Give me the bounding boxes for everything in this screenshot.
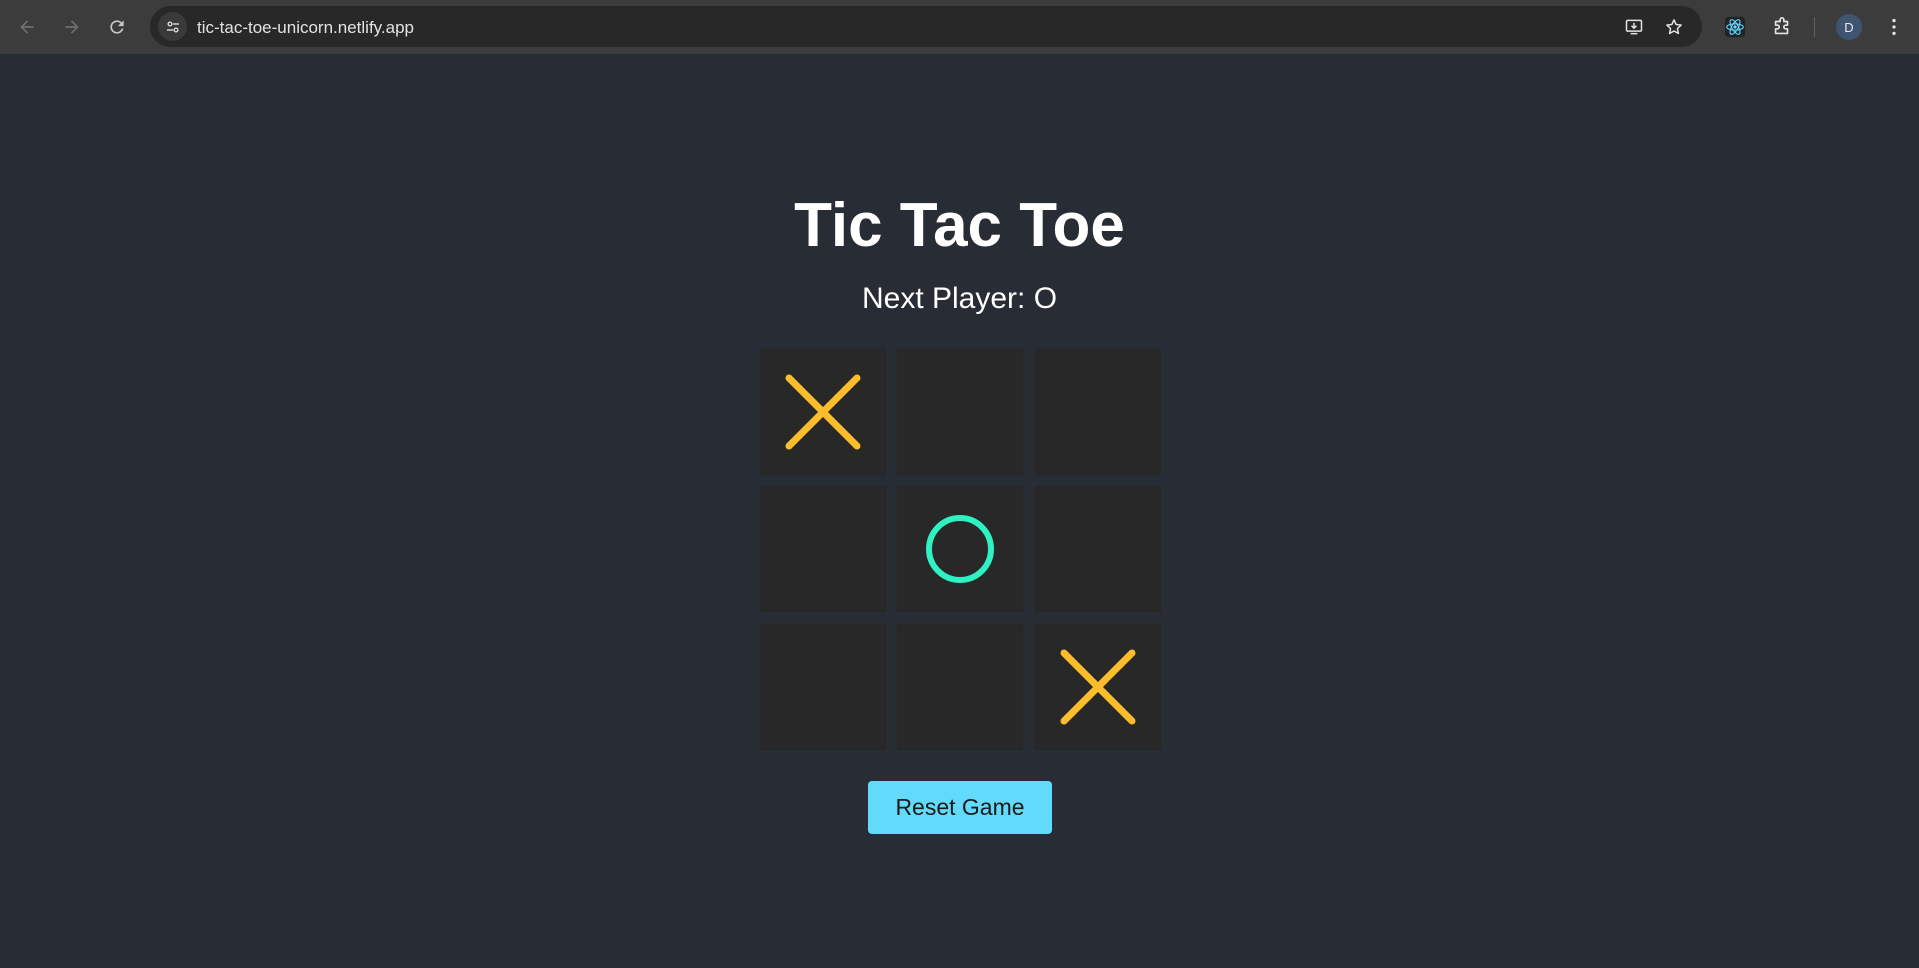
board-cell-2[interactable] [898,350,1022,474]
avatar[interactable]: D [1836,14,1862,40]
browser-toolbar: tic-tac-toe-unicorn.netlify.app D [0,0,1919,54]
game-board [761,350,1160,749]
url-text[interactable]: tic-tac-toe-unicorn.netlify.app [197,18,414,38]
x-mark-icon [1060,649,1136,725]
board-cell-5[interactable] [898,487,1022,611]
o-mark-icon [926,515,994,583]
more-menu-icon[interactable] [1880,13,1908,41]
install-app-icon[interactable] [1623,16,1645,38]
board-cell-4[interactable] [761,487,885,611]
forward-arrow-icon[interactable] [58,13,86,41]
address-bar[interactable]: tic-tac-toe-unicorn.netlify.app [150,6,1702,47]
reload-icon[interactable] [103,13,131,41]
x-mark-icon [785,374,861,450]
reset-game-button[interactable]: Reset Game [868,781,1052,834]
status-text: Next Player: O [861,282,1058,315]
board-cell-7[interactable] [761,625,885,749]
board-cell-3[interactable] [1036,350,1160,474]
bookmark-star-icon[interactable] [1663,16,1685,38]
toolbar-divider [1814,17,1815,37]
back-arrow-icon[interactable] [13,13,41,41]
board-cell-1[interactable] [761,350,885,474]
site-info-icon[interactable] [158,12,187,41]
react-devtools-icon[interactable] [1721,13,1749,41]
page-title: Tic Tac Toe [794,191,1125,260]
board-cell-8[interactable] [898,625,1022,749]
extensions-icon[interactable] [1768,13,1796,41]
board-cell-9[interactable] [1036,625,1160,749]
board-cell-6[interactable] [1036,487,1160,611]
page-content: Tic Tac Toe Next Player: O Reset Game [0,54,1919,968]
